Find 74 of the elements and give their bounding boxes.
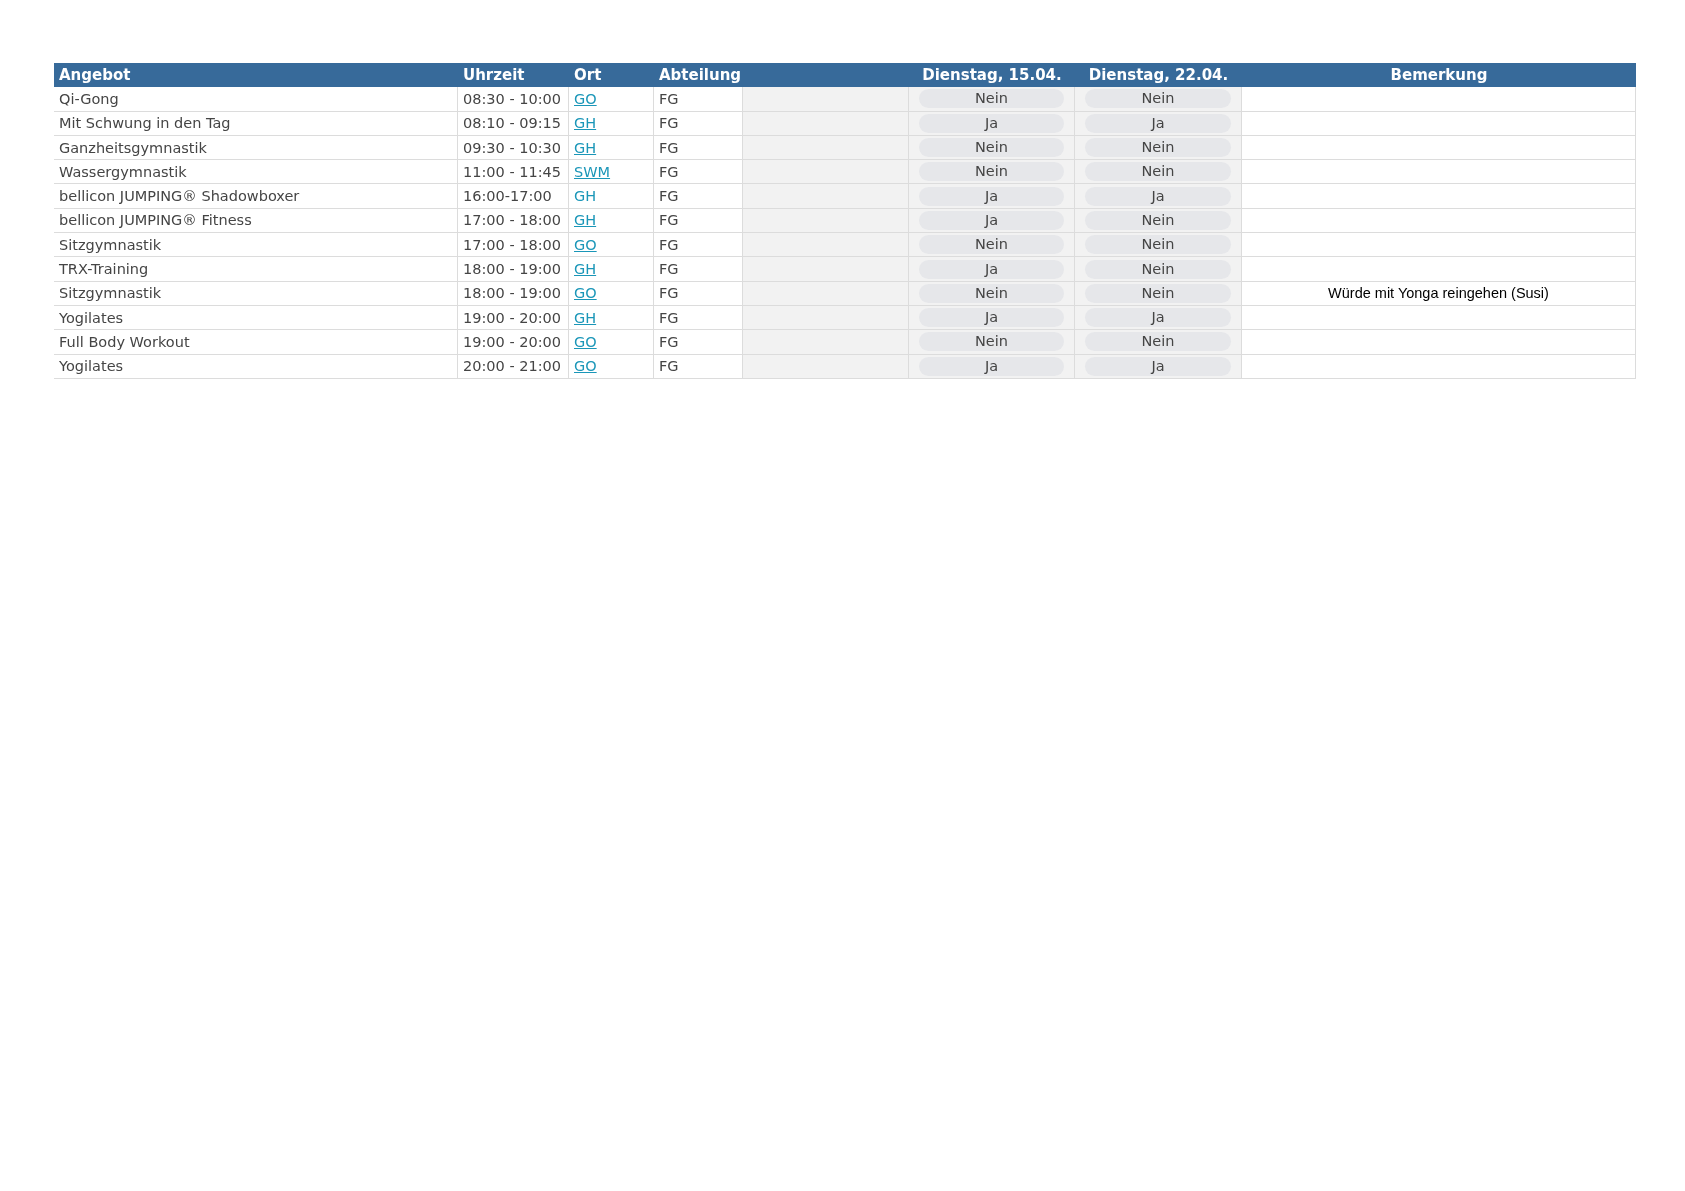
dropdown-chip[interactable]: Nein: [1085, 283, 1231, 303]
dropdown-chip[interactable]: Nein: [1085, 138, 1231, 158]
table-cell: FG: [659, 163, 679, 180]
dropdown-chip[interactable]: Ja: [919, 113, 1064, 133]
location-link[interactable]: GO: [574, 358, 597, 375]
dropdown-chip[interactable]: Nein: [919, 283, 1064, 303]
dropdown-chip[interactable]: Ja: [919, 210, 1064, 230]
table-cell: bellicon JUMPING® Shadowboxer: [59, 188, 300, 205]
location-link[interactable]: GO: [574, 236, 597, 253]
location-link[interactable]: GO: [574, 285, 597, 302]
table-cell: FG: [659, 285, 679, 302]
table-cell: FG: [659, 188, 679, 205]
table-cell: 18:00 - 19:00: [463, 285, 562, 302]
dropdown-chip[interactable]: Nein: [919, 89, 1064, 109]
column-header: Angebot: [54, 63, 458, 88]
table-cell: TRX-Training: [59, 261, 149, 277]
table-cell: 08:10 - 09:15: [463, 115, 562, 132]
table-cell: 19:00 - 20:00: [463, 309, 562, 326]
location-link[interactable]: GO: [574, 333, 597, 350]
table-cell: FG: [659, 309, 679, 326]
table-cell: 11:00 - 11:45: [463, 163, 562, 180]
dropdown-chip[interactable]: Ja: [919, 259, 1064, 279]
table-cell: 09:30 - 10:30: [463, 139, 562, 156]
table-cell: 17:00 - 18:00: [463, 236, 562, 253]
table-cell: FG: [659, 261, 679, 277]
table-cell: Mit Schwung in den Tag: [59, 115, 231, 132]
table-cell: FG: [659, 212, 679, 229]
column-header: Uhrzeit: [458, 63, 569, 88]
table-cell: 17:00 - 18:00: [463, 212, 562, 229]
table-cell: bellicon JUMPING® Fitness: [59, 212, 252, 229]
column-header: Dienstag, 15.04.: [909, 63, 1075, 88]
table-cell: Würde mit Yonga reingehen (Susi): [1242, 281, 1636, 306]
table-cell: 19:00 - 20:00: [463, 333, 562, 350]
table-cell: FG: [659, 115, 679, 132]
table-cell: FG: [659, 333, 679, 350]
table-cell: FG: [659, 236, 679, 253]
column-header: Dienstag, 22.04.: [1075, 63, 1242, 88]
dropdown-chip[interactable]: Nein: [919, 332, 1064, 352]
dropdown-chip[interactable]: Nein: [1085, 235, 1231, 255]
table-cell: 18:00 - 19:00: [463, 261, 562, 277]
table-cell: Ganzheitsgymnastik: [59, 139, 207, 156]
table-cell: FG: [659, 139, 679, 156]
dropdown-chip[interactable]: Nein: [919, 138, 1064, 158]
dropdown-chip[interactable]: Ja: [919, 186, 1064, 206]
column-header: Abteilung: [654, 63, 743, 88]
dropdown-chip[interactable]: Ja: [1085, 186, 1231, 206]
table-cell: Sitzgymnastik: [59, 236, 162, 253]
table-cell: Sitzgymnastik: [59, 285, 162, 302]
dropdown-chip[interactable]: Nein: [1085, 89, 1231, 109]
table-cell: FG: [659, 90, 679, 107]
table-cell: FG: [659, 358, 679, 375]
dropdown-chip[interactable]: Ja: [1085, 113, 1231, 133]
dropdown-chip[interactable]: Nein: [919, 162, 1064, 182]
table-cell: Yogilates: [59, 358, 124, 375]
dropdown-chip[interactable]: Nein: [1085, 162, 1231, 182]
table-cell: 20:00 - 21:00: [463, 358, 562, 375]
table-cell: Yogilates: [59, 309, 124, 326]
table-cell: Full Body Workout: [59, 333, 190, 350]
table-cell: 08:30 - 10:00: [463, 90, 562, 107]
dropdown-chip[interactable]: Nein: [1085, 210, 1231, 230]
dropdown-chip[interactable]: Nein: [1085, 259, 1231, 279]
table-cell: Qi-Gong: [59, 90, 119, 107]
dropdown-chip[interactable]: Nein: [919, 235, 1064, 255]
dropdown-chip[interactable]: Ja: [1085, 356, 1231, 376]
table-cell: 16:00-17:00: [463, 188, 552, 205]
column-header: Ort: [569, 63, 654, 88]
location-link[interactable]: SWM: [574, 163, 611, 180]
location-link[interactable]: GO: [574, 90, 597, 107]
dropdown-chip[interactable]: Nein: [1085, 332, 1231, 352]
dropdown-chip[interactable]: Ja: [1085, 308, 1231, 328]
dropdown-chip[interactable]: Ja: [919, 308, 1064, 328]
dropdown-chip[interactable]: Ja: [919, 356, 1064, 376]
column-header: Bemerkung: [1242, 63, 1636, 88]
table-cell: Wassergymnastik: [59, 163, 187, 180]
